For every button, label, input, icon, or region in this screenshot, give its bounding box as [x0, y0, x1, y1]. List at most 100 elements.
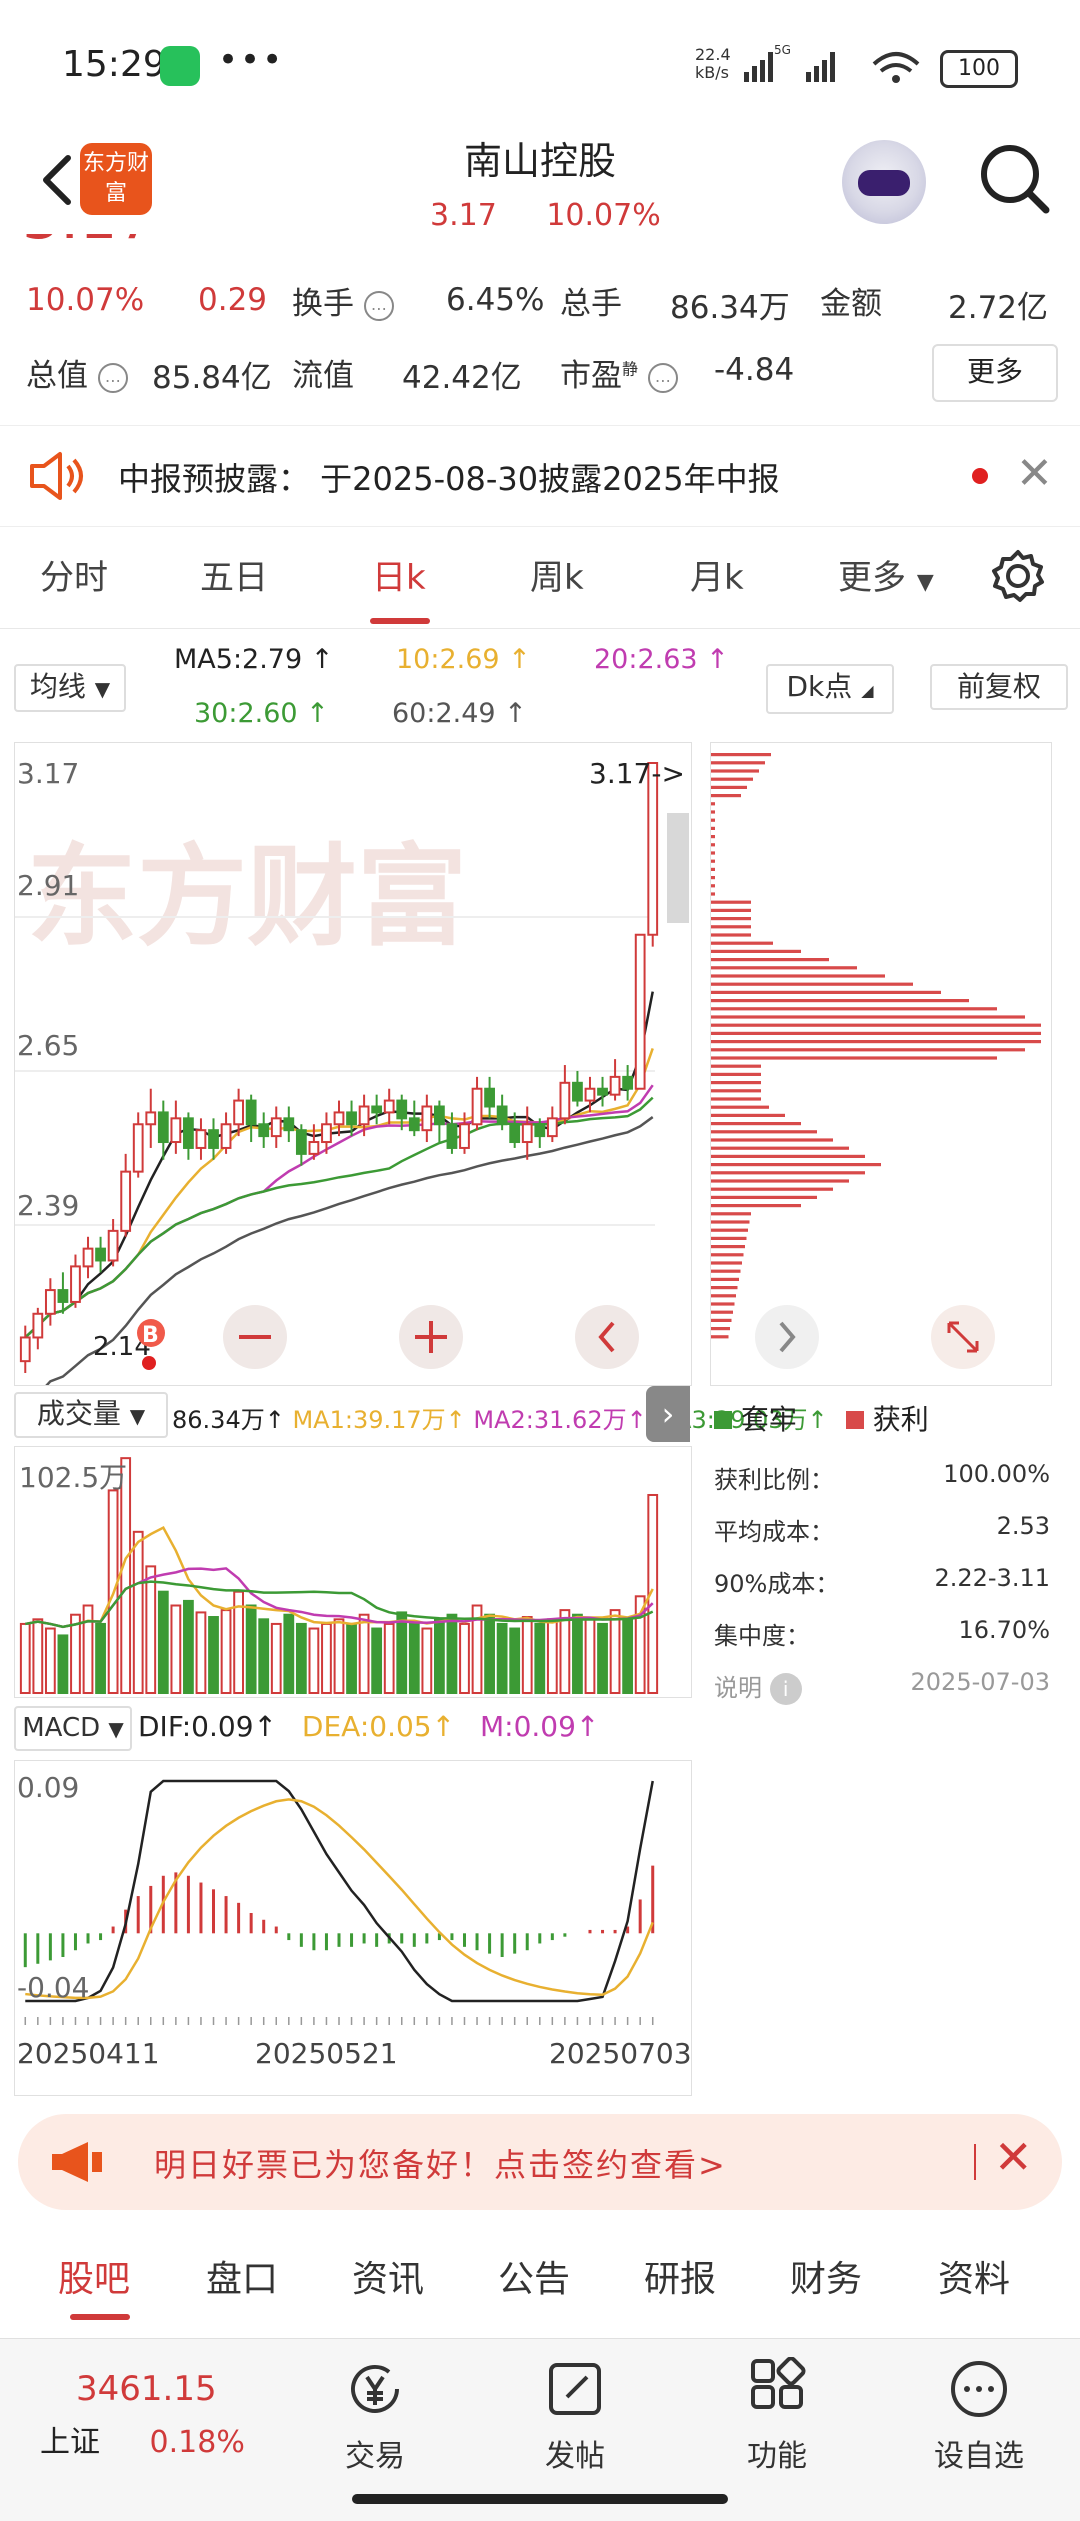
amount-value: 2.72亿 [948, 290, 1049, 326]
ma-selector[interactable]: 均线 ▼ [14, 664, 126, 712]
chip-bar [711, 1212, 751, 1216]
chip-bar [711, 851, 715, 855]
macd-indicator-selector[interactable]: MACD ▼ [14, 1706, 132, 1751]
candle-body [183, 1117, 194, 1149]
scrollbar-thumb[interactable] [667, 813, 689, 923]
active-tab-underline [70, 2314, 130, 2320]
tab-profile[interactable]: 资料 [938, 2250, 1010, 2302]
candle-body [283, 1117, 295, 1132]
promo-banner[interactable]: 明日好票已为您备好！点击签约查看> ✕ [18, 2114, 1062, 2210]
volume-max-label: 102.5万 [19, 1461, 127, 1494]
candle-body [371, 1105, 383, 1114]
tab-five-day[interactable]: 五日 [200, 550, 268, 599]
tab-monthly-k[interactable]: 月k [690, 550, 744, 599]
header-change-pct: 10.07% [546, 198, 661, 233]
tab-announcements[interactable]: 公告 [498, 2250, 570, 2302]
tab-daily-k[interactable]: 日k [372, 550, 426, 599]
index-ticker[interactable]: 3461.15 上证 0.18% [40, 2369, 245, 2461]
scroll-right-button[interactable] [755, 1305, 819, 1369]
adjust-selector[interactable]: 前复权 [930, 664, 1068, 710]
stock-content-tabs: 股吧 盘口 资讯 公告 研报 财务 资料 [0, 2222, 1080, 2326]
watermark: 东方财富 [27, 833, 467, 961]
nav-trade[interactable]: 交易 [310, 2357, 440, 2475]
volume-bar [371, 1627, 383, 1694]
info-icon[interactable]: … [97, 362, 128, 393]
y-label: 2.91 [17, 869, 79, 902]
volume-indicator-selector[interactable]: 成交量 ▼ [14, 1392, 168, 1438]
home-indicator [352, 2494, 728, 2504]
chip-bar [711, 966, 857, 970]
candle-body [295, 1129, 307, 1155]
ai-assistant-avatar[interactable] [842, 140, 926, 224]
candle-body [120, 1170, 132, 1232]
y-label: 2.65 [17, 1029, 79, 1062]
chip-distribution-chart[interactable] [710, 742, 1052, 1386]
chip-bar [711, 859, 715, 863]
tab-weekly-k[interactable]: 周k [530, 550, 584, 599]
chip-bar [711, 1261, 742, 1265]
tab-intraday[interactable]: 分时 [40, 550, 108, 599]
volume-bar [484, 1613, 495, 1694]
chip-bar [711, 917, 751, 921]
candle-body [270, 1117, 282, 1138]
chip-bar [711, 941, 773, 945]
macd-bottom-label: -0.04 [17, 1971, 89, 2004]
quote-row-1: 10.07% 0.29 换手 … 6.45% 总手 86.34万 金额 2.72… [26, 278, 1066, 328]
candlestick-chart[interactable]: 东方财富 3.17 2.91 2.65 2.39 3.17-> 2.14 B [14, 742, 692, 1386]
volume-bar [546, 1618, 558, 1694]
chip-bar [711, 1064, 761, 1068]
ma5-line [24, 991, 654, 1339]
chip-bar [711, 1154, 865, 1158]
volume-bar [44, 1627, 56, 1694]
chip-date: 2025-07-03 [910, 1668, 1050, 1696]
tab-guba[interactable]: 股吧 [58, 2250, 130, 2302]
gear-icon[interactable] [990, 548, 1046, 604]
volume-bar [434, 1618, 445, 1694]
tab-more[interactable]: 更多 ▼ [838, 550, 934, 599]
chip-bar [711, 835, 715, 839]
scroll-left-button[interactable] [575, 1305, 639, 1369]
volume-bar [95, 1622, 106, 1695]
chip-bar [711, 1277, 739, 1281]
candle-body [195, 1129, 207, 1149]
search-icon[interactable] [976, 140, 1052, 216]
close-icon[interactable]: ✕ [1016, 452, 1053, 496]
candle-body [471, 1087, 483, 1126]
volume-bar [396, 1611, 408, 1694]
volume-bar [421, 1627, 433, 1694]
info-icon[interactable]: … [363, 290, 394, 321]
chip-bar [711, 1048, 1025, 1052]
candle-body [107, 1229, 119, 1262]
change-pct: 10.07% [26, 282, 145, 318]
chip-bar [711, 1269, 741, 1273]
volume-bar [220, 1609, 232, 1694]
close-icon[interactable]: ✕ [994, 2130, 1033, 2184]
nav-add-watchlist[interactable]: 设自选 [914, 2357, 1044, 2475]
candle-body [321, 1123, 332, 1144]
back-arrow-icon[interactable] [28, 150, 88, 210]
nav-functions[interactable]: 功能 [712, 2357, 842, 2475]
candle-body [333, 1111, 345, 1126]
dif-line [25, 1779, 654, 2003]
tab-research[interactable]: 研报 [644, 2250, 716, 2302]
dk-point-toggle[interactable]: Dk点 ◢ [766, 664, 894, 714]
chip-stat-label: 集中度： [714, 1622, 810, 1650]
event-dot[interactable] [142, 1356, 156, 1370]
volume-chart[interactable]: 102.5万 [14, 1446, 692, 1698]
candle-body [44, 1289, 56, 1315]
notice-bar[interactable]: 中报预披露： 于2025-08-30披露2025年中报 ✕ [0, 425, 1080, 527]
note-label[interactable]: 说明 i [714, 1673, 802, 1705]
chip-bar [711, 1220, 750, 1224]
tab-news[interactable]: 资讯 [352, 2250, 424, 2302]
y-label-top: 3.17 [17, 757, 79, 790]
header-price: 3.17 [430, 198, 497, 233]
total-mv-label: 总值 … [26, 350, 128, 395]
nav-post[interactable]: 发帖 [510, 2357, 640, 2475]
more-quote-button[interactable]: 更多 [932, 344, 1058, 402]
info-icon[interactable]: … [647, 362, 678, 393]
macd-chart[interactable]: 0.09 -0.04 20250411 20250521 20250703 [14, 1760, 692, 2096]
expand-panel-arrow[interactable]: › [646, 1386, 690, 1442]
tab-financials[interactable]: 财务 [790, 2250, 862, 2302]
chip-bar [711, 1286, 738, 1290]
tab-pankou[interactable]: 盘口 [206, 2250, 278, 2302]
